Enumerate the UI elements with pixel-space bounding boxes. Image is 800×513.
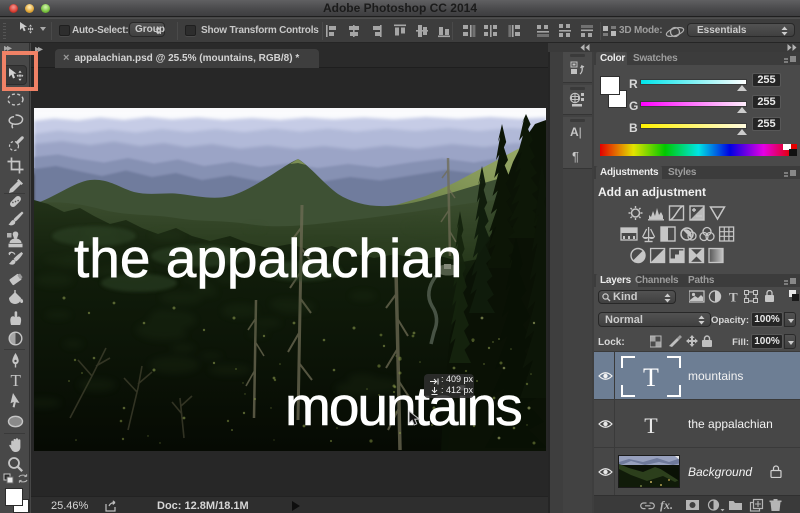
svg-text:T: T bbox=[11, 371, 22, 390]
svg-text:T: T bbox=[644, 413, 658, 438]
svg-text:T: T bbox=[643, 363, 659, 392]
svg-text:T: T bbox=[729, 290, 738, 304]
svg-text:fx.: fx. bbox=[660, 498, 673, 512]
